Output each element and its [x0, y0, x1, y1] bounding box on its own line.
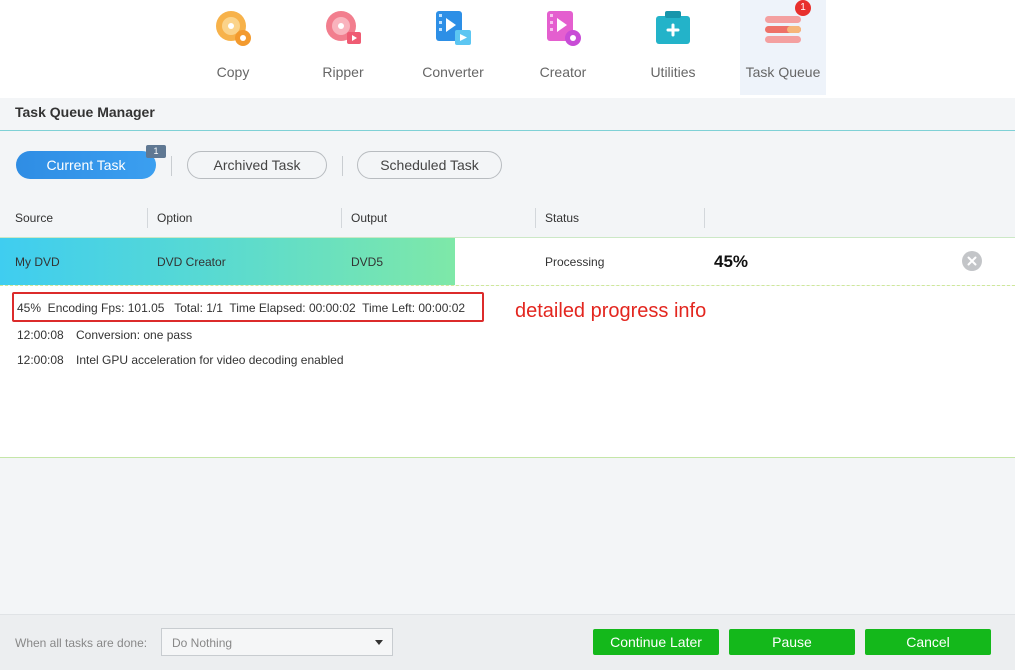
tab-current-task[interactable]: Current Task	[16, 151, 156, 179]
current-task-count-badge: 1	[146, 145, 166, 158]
nav-item-creator[interactable]: Creator	[520, 0, 606, 95]
when-done-select[interactable]: Do Nothing	[161, 628, 393, 656]
log-time: 12:00:08	[17, 328, 64, 342]
bottom-bar	[0, 614, 1015, 670]
column-divider	[147, 208, 148, 228]
column-header-option: Option	[157, 211, 193, 225]
task-status: Processing	[545, 255, 605, 269]
column-divider	[704, 208, 705, 228]
column-header-source: Source	[15, 211, 54, 225]
close-icon	[967, 256, 977, 266]
nav-label-converter: Converter	[422, 64, 484, 80]
task-output: DVD5	[351, 255, 384, 269]
log-message: Intel GPU acceleration for video decodin…	[76, 353, 344, 367]
cancel-button[interactable]: Cancel	[865, 629, 991, 655]
annotation-label: detailed progress info	[515, 300, 707, 322]
when-done-value: Do Nothing	[172, 636, 233, 650]
nav-label-task-queue: Task Queue	[745, 64, 821, 80]
log-message: Conversion: one pass	[76, 328, 193, 342]
task-progress-percent: 45%	[714, 252, 749, 271]
title-divider	[0, 130, 1015, 131]
copy-disc-icon	[216, 11, 251, 46]
utilities-toolbox-icon	[656, 11, 690, 44]
nav-item-copy[interactable]: Copy	[190, 0, 276, 95]
log-time: 12:00:08	[17, 353, 64, 367]
tab-divider	[171, 156, 172, 176]
tab-divider	[342, 156, 343, 176]
page-title: Task Queue Manager	[15, 104, 155, 120]
ripper-disc-icon	[326, 11, 361, 44]
nav-item-converter[interactable]: Converter	[410, 0, 496, 95]
column-divider	[341, 208, 342, 228]
converter-film-icon	[436, 11, 471, 45]
task-progress-bar	[0, 238, 455, 285]
remove-task-button[interactable]	[962, 251, 982, 271]
nav-label-ripper: Ripper	[322, 64, 364, 80]
when-done-label: When all tasks are done:	[15, 636, 148, 650]
column-header-output: Output	[351, 211, 388, 225]
continue-later-button[interactable]: Continue Later	[593, 629, 719, 655]
nav-label-creator: Creator	[539, 64, 587, 80]
task-option: DVD Creator	[157, 255, 226, 269]
column-divider	[535, 208, 536, 228]
task-queue-badge: 1	[795, 0, 811, 16]
nav-label-utilities: Utilities	[650, 64, 696, 80]
nav-item-task-queue[interactable]: 1 Task Queue	[740, 0, 826, 95]
creator-film-disc-icon	[547, 11, 581, 46]
nav-label-copy: Copy	[216, 64, 250, 80]
tab-scheduled-task[interactable]: Scheduled Task	[357, 151, 502, 179]
task-row[interactable]	[0, 237, 1015, 285]
highlight-box	[12, 292, 484, 322]
task-source: My DVD	[15, 255, 60, 269]
pause-button[interactable]: Pause	[729, 629, 855, 655]
top-toolbar: Copy Ripper Converter Creator Utilities …	[0, 0, 1015, 98]
column-header-status: Status	[545, 211, 580, 225]
chevron-down-icon	[375, 640, 383, 645]
nav-item-utilities[interactable]: Utilities	[630, 0, 716, 95]
tab-archived-task[interactable]: Archived Task	[187, 151, 327, 179]
nav-item-ripper[interactable]: Ripper	[300, 0, 386, 95]
